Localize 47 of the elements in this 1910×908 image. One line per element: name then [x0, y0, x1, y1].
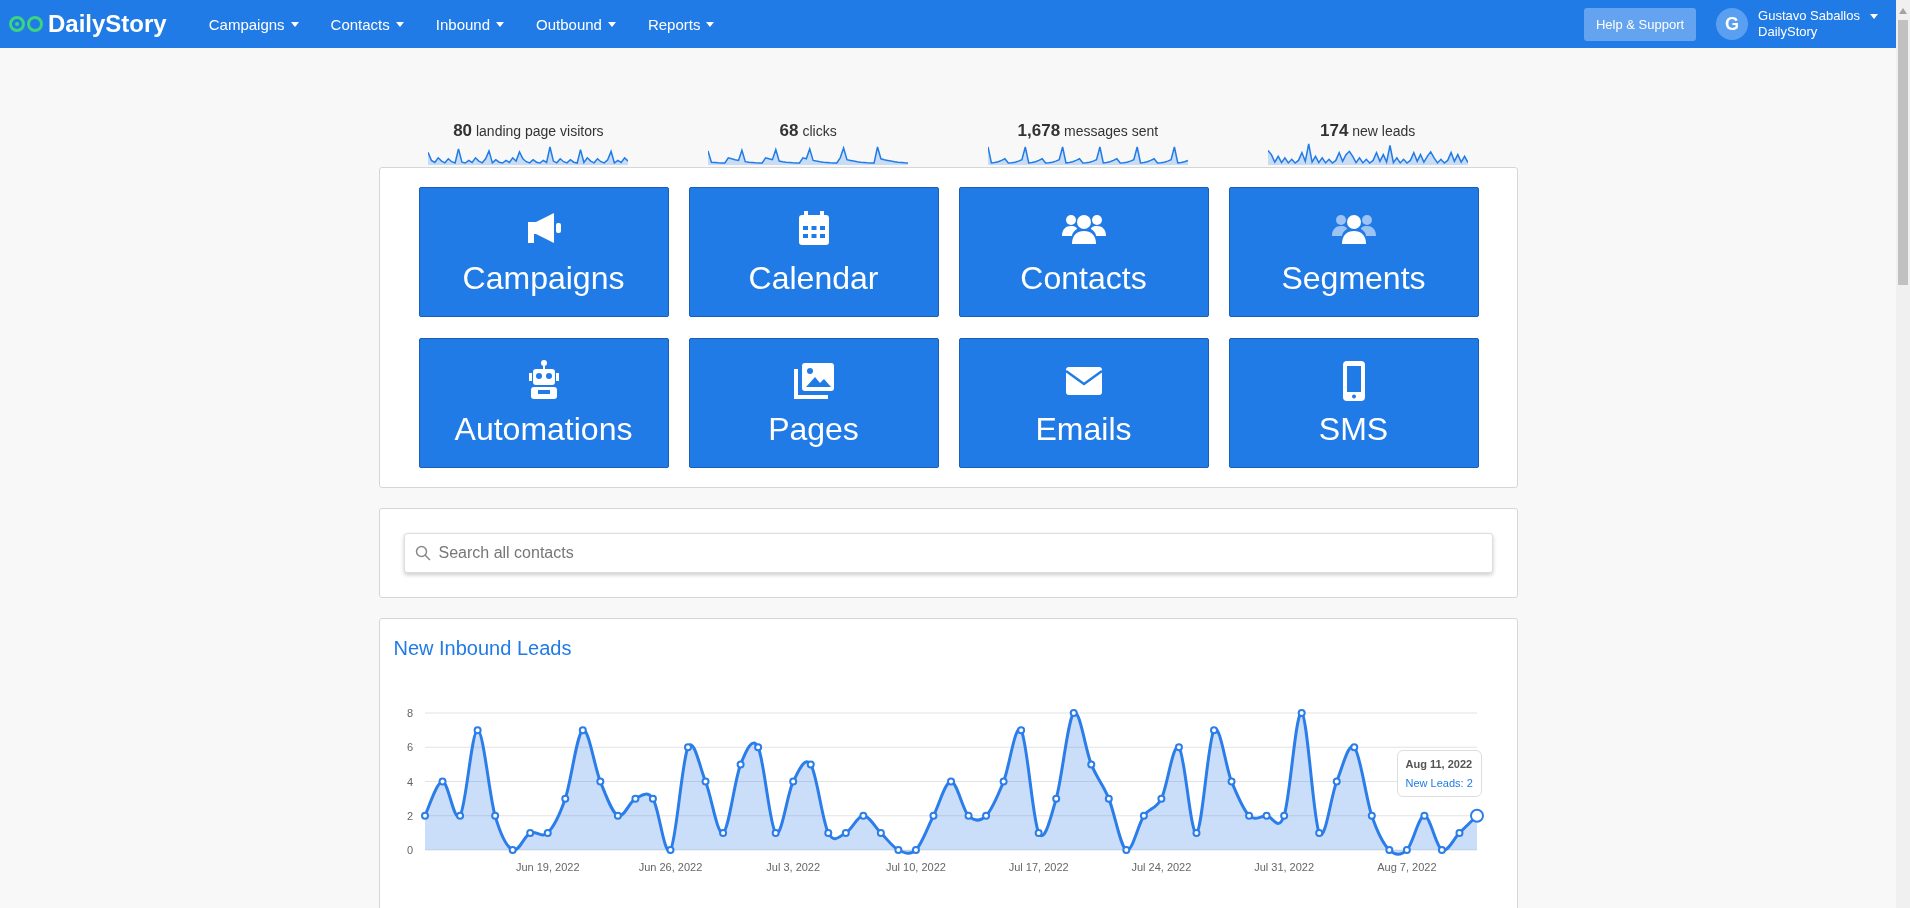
tile-button[interactable]: Emails: [958, 338, 1209, 468]
axis-label: 0: [406, 844, 413, 856]
user-org: DailyStory: [1758, 24, 1819, 40]
help-button[interactable]: Help & Support: [1583, 7, 1697, 41]
caret-icon: [496, 21, 505, 27]
axis-label: Jun 19, 2022: [515, 861, 580, 873]
menu-item[interactable]: Reports: [631, 15, 731, 33]
caret-icon[interactable]: [1870, 13, 1878, 19]
caret-icon: [290, 21, 299, 27]
axis-label: 8: [406, 707, 413, 719]
axis-label: Jul 3, 2022: [765, 861, 820, 873]
axis-label: Jul 17, 2022: [1008, 861, 1069, 873]
axis-label: 6: [406, 741, 413, 754]
tile-button[interactable]: SMS: [1228, 338, 1479, 468]
logo-text[interactable]: DailyStory: [48, 10, 167, 38]
caret-icon: [706, 21, 715, 27]
search-field[interactable]: Search all contacts: [403, 533, 1493, 573]
scroll-up-icon[interactable]: [1899, 8, 1907, 14]
axis-label: Jul 31, 2022: [1253, 861, 1314, 873]
chart-title: New Inbound Leads: [393, 637, 573, 660]
menu-item[interactable]: Inbound: [419, 15, 521, 33]
tile-button[interactable]: Calendar: [688, 187, 939, 317]
logo-icon[interactable]: [8, 14, 44, 34]
tile-button[interactable]: Automations: [418, 338, 669, 468]
tile-button[interactable]: Pages: [688, 338, 939, 468]
user-name[interactable]: Gustavo Saballos: [1758, 8, 1860, 24]
axis-label: Jun 26, 2022: [638, 861, 702, 873]
avatar[interactable]: G: [1716, 8, 1749, 40]
axis-label: Jul 10, 2022: [885, 861, 946, 873]
stat-label: 174 new leads: [1319, 121, 1416, 141]
stat-label: 1,678 messages sent: [1017, 121, 1159, 141]
axis-label: 4: [406, 775, 413, 788]
menu-item[interactable]: Contacts: [314, 15, 420, 33]
tile-button[interactable]: Campaigns: [418, 187, 669, 317]
axis-label: 2: [406, 809, 413, 822]
stat-label: 80 landing page visitors: [453, 121, 604, 141]
tile-button[interactable]: Segments: [1228, 187, 1479, 317]
axis-label: Jul 24, 2022: [1130, 861, 1191, 873]
menu-item[interactable]: Outbound: [520, 15, 632, 33]
tile-button[interactable]: Contacts: [958, 187, 1209, 317]
caret-icon: [607, 21, 616, 27]
stat-label: 68 clicks: [779, 121, 837, 141]
search-icon: [414, 545, 431, 561]
caret-icon: [395, 21, 404, 27]
axis-label: Aug 7, 2022: [1376, 861, 1437, 873]
menu-item[interactable]: Campaigns: [192, 15, 315, 33]
scrollbar-thumb[interactable]: [1898, 20, 1908, 285]
